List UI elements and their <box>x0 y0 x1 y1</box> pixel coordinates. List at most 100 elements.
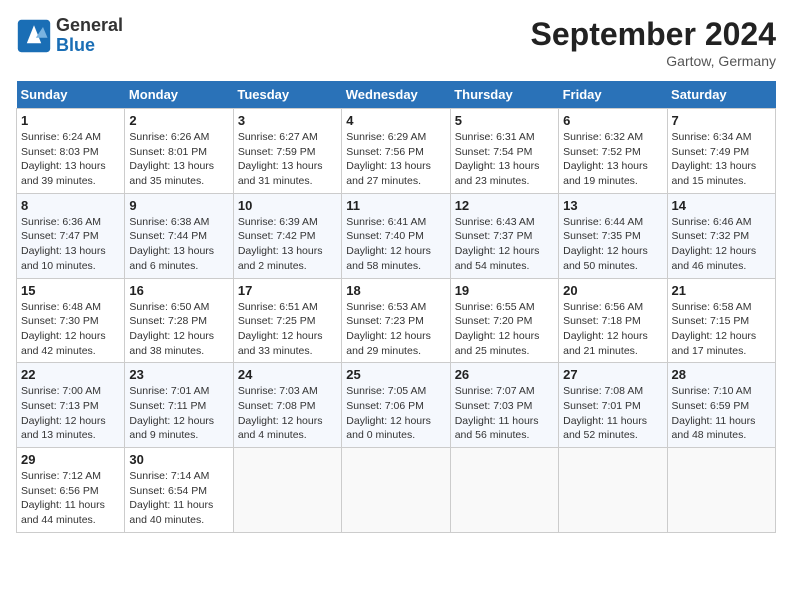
calendar-cell: 28 Sunrise: 7:10 AMSunset: 6:59 PMDaylig… <box>667 363 775 448</box>
calendar-cell: 9 Sunrise: 6:38 AMSunset: 7:44 PMDayligh… <box>125 193 233 278</box>
day-info: Sunrise: 6:31 AMSunset: 7:54 PMDaylight:… <box>455 130 554 189</box>
day-number: 17 <box>238 283 337 298</box>
calendar-cell: 23 Sunrise: 7:01 AMSunset: 7:11 PMDaylig… <box>125 363 233 448</box>
day-number: 30 <box>129 452 228 467</box>
day-number: 11 <box>346 198 445 213</box>
calendar-cell: 16 Sunrise: 6:50 AMSunset: 7:28 PMDaylig… <box>125 278 233 363</box>
day-number: 28 <box>672 367 771 382</box>
day-info: Sunrise: 7:12 AMSunset: 6:56 PMDaylight:… <box>21 469 120 528</box>
calendar-cell: 15 Sunrise: 6:48 AMSunset: 7:30 PMDaylig… <box>17 278 125 363</box>
day-info: Sunrise: 6:39 AMSunset: 7:42 PMDaylight:… <box>238 215 337 274</box>
calendar-cell: 7 Sunrise: 6:34 AMSunset: 7:49 PMDayligh… <box>667 109 775 194</box>
day-info: Sunrise: 6:58 AMSunset: 7:15 PMDaylight:… <box>672 300 771 359</box>
logo: General Blue <box>16 16 123 56</box>
day-number: 2 <box>129 113 228 128</box>
day-info: Sunrise: 7:01 AMSunset: 7:11 PMDaylight:… <box>129 384 228 443</box>
day-number: 12 <box>455 198 554 213</box>
weekday-header-wednesday: Wednesday <box>342 81 450 109</box>
calendar-cell: 5 Sunrise: 6:31 AMSunset: 7:54 PMDayligh… <box>450 109 558 194</box>
day-info: Sunrise: 6:26 AMSunset: 8:01 PMDaylight:… <box>129 130 228 189</box>
calendar-cell: 2 Sunrise: 6:26 AMSunset: 8:01 PMDayligh… <box>125 109 233 194</box>
day-info: Sunrise: 6:34 AMSunset: 7:49 PMDaylight:… <box>672 130 771 189</box>
calendar-cell: 12 Sunrise: 6:43 AMSunset: 7:37 PMDaylig… <box>450 193 558 278</box>
day-number: 16 <box>129 283 228 298</box>
day-number: 21 <box>672 283 771 298</box>
day-info: Sunrise: 6:46 AMSunset: 7:32 PMDaylight:… <box>672 215 771 274</box>
day-number: 19 <box>455 283 554 298</box>
day-info: Sunrise: 7:00 AMSunset: 7:13 PMDaylight:… <box>21 384 120 443</box>
calendar-cell: 3 Sunrise: 6:27 AMSunset: 7:59 PMDayligh… <box>233 109 341 194</box>
day-number: 22 <box>21 367 120 382</box>
calendar-cell: 14 Sunrise: 6:46 AMSunset: 7:32 PMDaylig… <box>667 193 775 278</box>
day-info: Sunrise: 6:55 AMSunset: 7:20 PMDaylight:… <box>455 300 554 359</box>
day-info: Sunrise: 6:43 AMSunset: 7:37 PMDaylight:… <box>455 215 554 274</box>
weekday-header-monday: Monday <box>125 81 233 109</box>
calendar-cell: 17 Sunrise: 6:51 AMSunset: 7:25 PMDaylig… <box>233 278 341 363</box>
day-number: 3 <box>238 113 337 128</box>
day-number: 20 <box>563 283 662 298</box>
page-header: General Blue September 2024 Gartow, Germ… <box>16 16 776 69</box>
calendar-cell: 11 Sunrise: 6:41 AMSunset: 7:40 PMDaylig… <box>342 193 450 278</box>
day-number: 4 <box>346 113 445 128</box>
day-number: 25 <box>346 367 445 382</box>
weekday-header-friday: Friday <box>559 81 667 109</box>
day-number: 15 <box>21 283 120 298</box>
day-info: Sunrise: 6:36 AMSunset: 7:47 PMDaylight:… <box>21 215 120 274</box>
weekday-header-thursday: Thursday <box>450 81 558 109</box>
day-info: Sunrise: 7:14 AMSunset: 6:54 PMDaylight:… <box>129 469 228 528</box>
day-number: 23 <box>129 367 228 382</box>
day-info: Sunrise: 6:48 AMSunset: 7:30 PMDaylight:… <box>21 300 120 359</box>
day-info: Sunrise: 6:50 AMSunset: 7:28 PMDaylight:… <box>129 300 228 359</box>
calendar-cell <box>559 448 667 533</box>
day-info: Sunrise: 7:10 AMSunset: 6:59 PMDaylight:… <box>672 384 771 443</box>
day-info: Sunrise: 6:41 AMSunset: 7:40 PMDaylight:… <box>346 215 445 274</box>
calendar-cell: 21 Sunrise: 6:58 AMSunset: 7:15 PMDaylig… <box>667 278 775 363</box>
calendar-cell: 20 Sunrise: 6:56 AMSunset: 7:18 PMDaylig… <box>559 278 667 363</box>
day-number: 27 <box>563 367 662 382</box>
calendar-cell: 4 Sunrise: 6:29 AMSunset: 7:56 PMDayligh… <box>342 109 450 194</box>
day-info: Sunrise: 6:38 AMSunset: 7:44 PMDaylight:… <box>129 215 228 274</box>
calendar-cell: 8 Sunrise: 6:36 AMSunset: 7:47 PMDayligh… <box>17 193 125 278</box>
day-number: 29 <box>21 452 120 467</box>
logo-line2: Blue <box>56 36 123 56</box>
day-info: Sunrise: 6:27 AMSunset: 7:59 PMDaylight:… <box>238 130 337 189</box>
calendar-cell: 27 Sunrise: 7:08 AMSunset: 7:01 PMDaylig… <box>559 363 667 448</box>
weekday-header-sunday: Sunday <box>17 81 125 109</box>
day-info: Sunrise: 7:05 AMSunset: 7:06 PMDaylight:… <box>346 384 445 443</box>
calendar-cell <box>233 448 341 533</box>
calendar-cell: 6 Sunrise: 6:32 AMSunset: 7:52 PMDayligh… <box>559 109 667 194</box>
month-title: September 2024 <box>531 16 776 53</box>
day-info: Sunrise: 6:53 AMSunset: 7:23 PMDaylight:… <box>346 300 445 359</box>
day-number: 7 <box>672 113 771 128</box>
calendar-cell: 25 Sunrise: 7:05 AMSunset: 7:06 PMDaylig… <box>342 363 450 448</box>
day-info: Sunrise: 7:03 AMSunset: 7:08 PMDaylight:… <box>238 384 337 443</box>
day-number: 24 <box>238 367 337 382</box>
location: Gartow, Germany <box>531 53 776 69</box>
calendar-cell: 26 Sunrise: 7:07 AMSunset: 7:03 PMDaylig… <box>450 363 558 448</box>
day-info: Sunrise: 6:56 AMSunset: 7:18 PMDaylight:… <box>563 300 662 359</box>
day-info: Sunrise: 7:07 AMSunset: 7:03 PMDaylight:… <box>455 384 554 443</box>
logo-icon <box>16 18 52 54</box>
calendar-cell: 24 Sunrise: 7:03 AMSunset: 7:08 PMDaylig… <box>233 363 341 448</box>
calendar-cell: 19 Sunrise: 6:55 AMSunset: 7:20 PMDaylig… <box>450 278 558 363</box>
day-number: 5 <box>455 113 554 128</box>
weekday-header-saturday: Saturday <box>667 81 775 109</box>
calendar-cell: 13 Sunrise: 6:44 AMSunset: 7:35 PMDaylig… <box>559 193 667 278</box>
weekday-header-tuesday: Tuesday <box>233 81 341 109</box>
day-number: 14 <box>672 198 771 213</box>
day-number: 9 <box>129 198 228 213</box>
calendar-cell: 29 Sunrise: 7:12 AMSunset: 6:56 PMDaylig… <box>17 448 125 533</box>
day-info: Sunrise: 6:44 AMSunset: 7:35 PMDaylight:… <box>563 215 662 274</box>
day-info: Sunrise: 6:29 AMSunset: 7:56 PMDaylight:… <box>346 130 445 189</box>
day-info: Sunrise: 6:32 AMSunset: 7:52 PMDaylight:… <box>563 130 662 189</box>
calendar-cell <box>450 448 558 533</box>
day-number: 18 <box>346 283 445 298</box>
day-number: 6 <box>563 113 662 128</box>
day-info: Sunrise: 7:08 AMSunset: 7:01 PMDaylight:… <box>563 384 662 443</box>
day-number: 26 <box>455 367 554 382</box>
day-number: 1 <box>21 113 120 128</box>
calendar-cell <box>667 448 775 533</box>
day-info: Sunrise: 6:51 AMSunset: 7:25 PMDaylight:… <box>238 300 337 359</box>
day-number: 13 <box>563 198 662 213</box>
logo-line1: General <box>56 16 123 36</box>
